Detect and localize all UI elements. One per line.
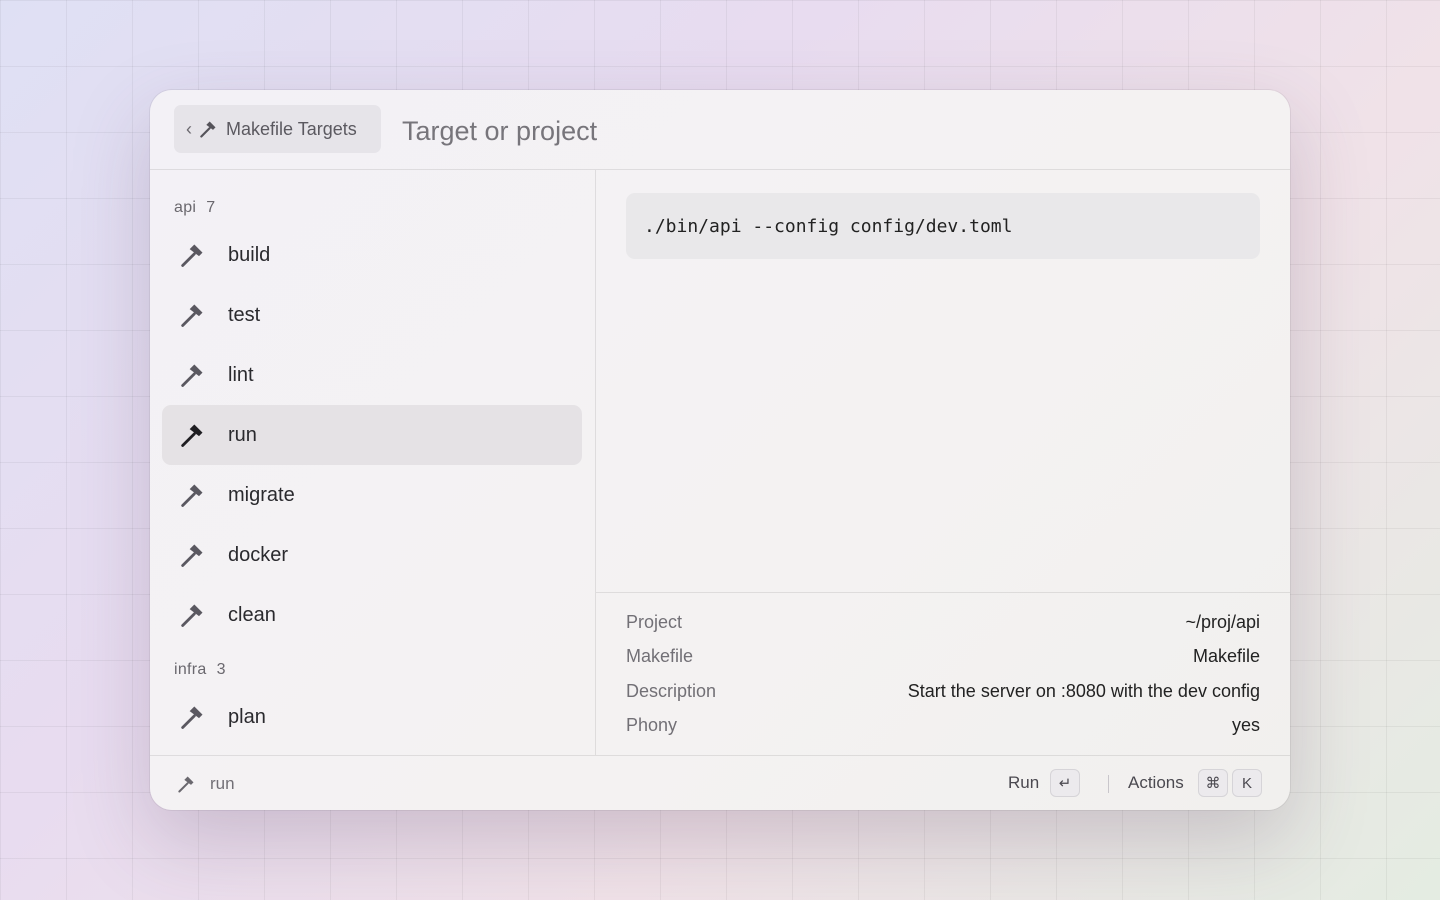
list-item-label: run <box>228 423 257 446</box>
list-item-lint[interactable]: lint <box>162 345 582 405</box>
list-item-test[interactable]: test <box>162 285 582 345</box>
metadata-key: Project <box>626 612 683 632</box>
back-button[interactable]: ‹ Makefile Targets <box>174 105 381 153</box>
section-name: api <box>174 199 197 216</box>
list-item-label: docker <box>228 543 289 566</box>
list-item-label: test <box>228 303 261 326</box>
metadata-row: Phony yes <box>626 715 1260 739</box>
section-name: infra <box>174 661 207 678</box>
detail-panel: ./bin/api --config config/dev.toml Proje… <box>596 170 1290 755</box>
command-key-icon: ⌘ <box>1198 769 1228 797</box>
list-item-run[interactable]: run <box>162 405 582 465</box>
list-item-label: lint <box>228 363 254 386</box>
actions-button[interactable]: Actions <box>1128 773 1184 793</box>
search-input[interactable] <box>400 112 1104 150</box>
metadata-value: Start the server on :8080 with the dev c… <box>907 681 1260 701</box>
hammer-icon <box>198 119 218 139</box>
hammer-icon <box>178 541 206 569</box>
k-key-icon: K <box>1232 769 1262 797</box>
list-item-docker[interactable]: docker <box>162 525 582 585</box>
list-item-clean[interactable]: clean <box>162 585 582 645</box>
metadata-value: Makefile <box>1192 646 1260 666</box>
divider <box>1108 775 1109 793</box>
metadata-value: yes <box>1231 715 1260 735</box>
hammer-icon <box>178 301 206 329</box>
metadata-list: Project ~/proj/api Makefile Makefile Des… <box>596 592 1290 756</box>
launcher-window: ‹ Makefile Targets api 7 build test lint … <box>150 90 1290 810</box>
metadata-row: Makefile Makefile <box>626 646 1260 670</box>
metadata-key: Makefile <box>626 646 694 666</box>
hammer-icon <box>178 421 206 449</box>
hammer-icon <box>176 774 196 794</box>
list-item-build[interactable]: build <box>162 225 582 285</box>
list-item-plan[interactable]: plan <box>162 687 582 747</box>
target-list: api 7 build test lint run migrate docker <box>150 170 596 755</box>
back-button-label: Makefile Targets <box>226 118 357 139</box>
chevron-left-icon: ‹ <box>186 118 192 139</box>
section-count: 3 <box>216 661 226 678</box>
run-action-button[interactable]: Run <box>1008 773 1039 793</box>
metadata-value: ~/proj/api <box>1185 612 1260 632</box>
hammer-icon <box>178 703 206 731</box>
hammer-icon <box>178 481 206 509</box>
list-item-label: clean <box>228 603 276 626</box>
hammer-icon <box>178 601 206 629</box>
section-header-api: api 7 <box>174 199 215 217</box>
metadata-row: Project ~/proj/api <box>626 612 1260 636</box>
search-bar: ‹ Makefile Targets <box>150 90 1290 170</box>
action-bar: run Run ↵ Actions ⌘ K <box>150 755 1290 810</box>
metadata-row: Description Start the server on :8080 wi… <box>626 681 1260 705</box>
hammer-icon <box>178 361 206 389</box>
command-preview: ./bin/api --config config/dev.toml <box>626 193 1260 259</box>
metadata-key: Phony <box>626 715 678 735</box>
list-item-label: migrate <box>228 483 295 506</box>
section-header-infra: infra 3 <box>174 661 226 679</box>
list-item-label: plan <box>228 705 266 728</box>
section-count: 7 <box>206 199 216 216</box>
selected-item-title: run <box>210 774 235 793</box>
hammer-icon <box>178 241 206 269</box>
metadata-key: Description <box>626 681 717 701</box>
enter-key-icon: ↵ <box>1050 769 1080 797</box>
list-item-migrate[interactable]: migrate <box>162 465 582 525</box>
list-item-label: build <box>228 243 271 266</box>
